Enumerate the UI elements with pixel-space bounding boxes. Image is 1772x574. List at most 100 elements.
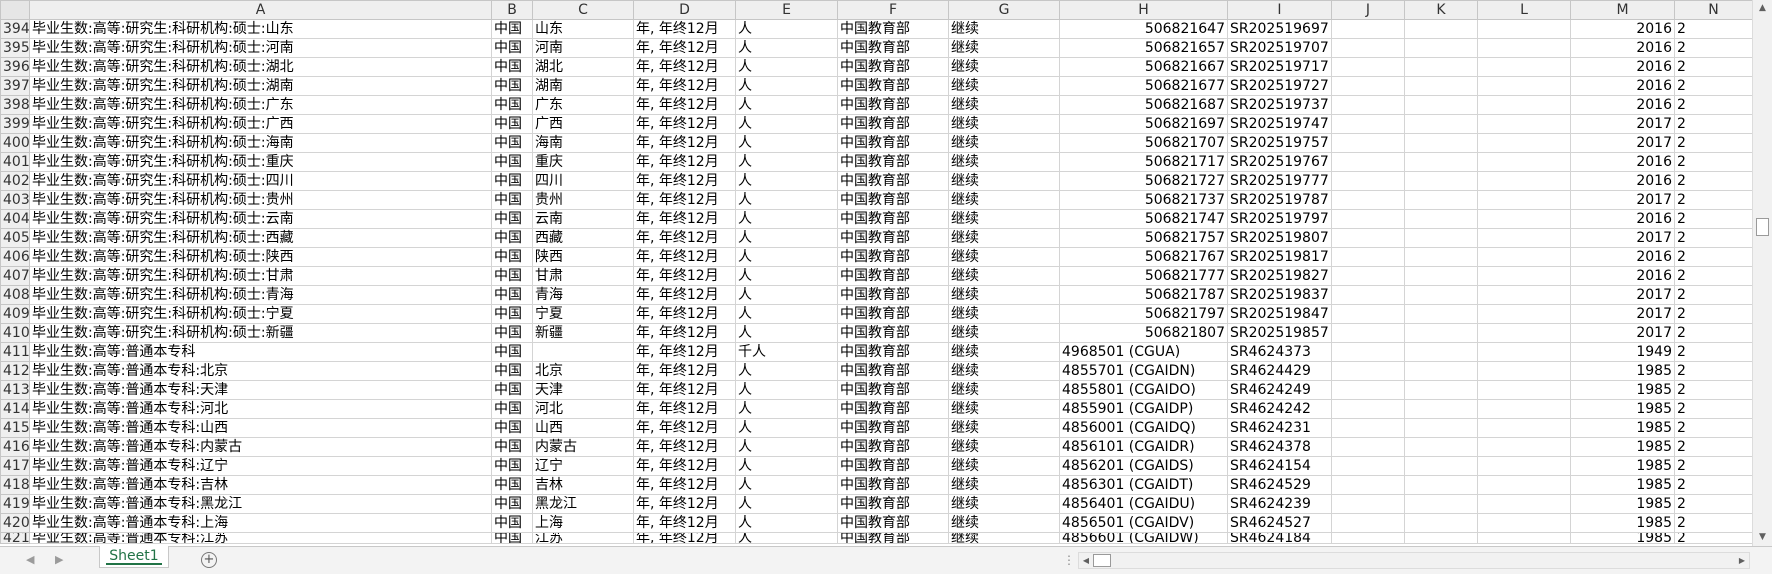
cell-f[interactable]: 中国教育部	[837, 361, 949, 381]
cell-a[interactable]: 毕业生数:高等:研究生:科研机构:硕士:海南	[29, 133, 492, 153]
cell-h[interactable]: 4856601 (CGAIDW)	[1059, 532, 1228, 544]
cell-a[interactable]: 毕业生数:高等:普通本专科	[29, 342, 492, 362]
cell-l[interactable]	[1477, 513, 1571, 533]
cell-m[interactable]: 2017	[1570, 323, 1675, 343]
cell-j[interactable]	[1331, 247, 1405, 267]
cell-n[interactable]: 2	[1674, 361, 1752, 381]
cell-n[interactable]: 2	[1674, 456, 1752, 476]
cell-b[interactable]: 中国	[491, 247, 533, 267]
cell-i[interactable]: SR202519857	[1227, 323, 1332, 343]
cell-i[interactable]: SR202519827	[1227, 266, 1332, 286]
cell-g[interactable]: 继续	[948, 190, 1060, 210]
cell-l[interactable]	[1477, 95, 1571, 115]
cell-k[interactable]	[1404, 361, 1478, 381]
cell-k[interactable]	[1404, 95, 1478, 115]
cell-i[interactable]: SR202519807	[1227, 228, 1332, 248]
cell-b[interactable]: 中国	[491, 342, 533, 362]
cell-d[interactable]: 年, 年终12月	[633, 323, 736, 343]
cell-b[interactable]: 中国	[491, 209, 533, 229]
cell-e[interactable]: 人	[735, 437, 838, 457]
cell-f[interactable]: 中国教育部	[837, 532, 949, 544]
cell-j[interactable]	[1331, 228, 1405, 248]
cell-i[interactable]: SR4624231	[1227, 418, 1332, 438]
triangle-left-icon[interactable]: ◀	[26, 553, 34, 566]
cell-j[interactable]	[1331, 532, 1405, 544]
cell-i[interactable]: SR4624154	[1227, 456, 1332, 476]
cell-n[interactable]: 2	[1674, 152, 1752, 172]
cell-f[interactable]: 中国教育部	[837, 152, 949, 172]
cell-c[interactable]: 宁夏	[532, 304, 634, 324]
cell-j[interactable]	[1331, 513, 1405, 533]
cell-i[interactable]: SR202519727	[1227, 76, 1332, 96]
cell-f[interactable]: 中国教育部	[837, 247, 949, 267]
cell-a[interactable]: 毕业生数:高等:普通本专科:天津	[29, 380, 492, 400]
cell-n[interactable]: 2	[1674, 114, 1752, 134]
cell-h[interactable]: 4856301 (CGAIDT)	[1059, 475, 1228, 495]
cell-j[interactable]	[1331, 475, 1405, 495]
cell-m[interactable]: 1985	[1570, 418, 1675, 438]
cell-m[interactable]: 1985	[1570, 380, 1675, 400]
cell-m[interactable]: 2016	[1570, 266, 1675, 286]
cell-n[interactable]: 2	[1674, 418, 1752, 438]
cell-l[interactable]	[1477, 494, 1571, 514]
cell-b[interactable]: 中国	[491, 38, 533, 58]
cell-h[interactable]: 506821677	[1059, 76, 1228, 96]
cell-h[interactable]: 506821727	[1059, 171, 1228, 191]
cell-l[interactable]	[1477, 475, 1571, 495]
cell-f[interactable]: 中国教育部	[837, 323, 949, 343]
cell-i[interactable]: SR202519777	[1227, 171, 1332, 191]
cell-c[interactable]: 四川	[532, 171, 634, 191]
cell-k[interactable]	[1404, 133, 1478, 153]
cell-k[interactable]	[1404, 285, 1478, 305]
cell-k[interactable]	[1404, 475, 1478, 495]
cell-k[interactable]	[1404, 342, 1478, 362]
cell-f[interactable]: 中国教育部	[837, 418, 949, 438]
cell-b[interactable]: 中国	[491, 171, 533, 191]
cell-k[interactable]	[1404, 247, 1478, 267]
cell-c[interactable]: 山西	[532, 418, 634, 438]
cell-g[interactable]: 继续	[948, 475, 1060, 495]
cell-e[interactable]: 人	[735, 76, 838, 96]
cell-b[interactable]: 中国	[491, 152, 533, 172]
cell-g[interactable]: 继续	[948, 114, 1060, 134]
cell-g[interactable]: 继续	[948, 152, 1060, 172]
cell-c[interactable]: 河北	[532, 399, 634, 419]
cell-a[interactable]: 毕业生数:高等:普通本专科:上海	[29, 513, 492, 533]
cell-c[interactable]: 广东	[532, 95, 634, 115]
column-header-i[interactable]: I	[1227, 0, 1332, 20]
cell-h[interactable]: 506821807	[1059, 323, 1228, 343]
cell-c[interactable]: 重庆	[532, 152, 634, 172]
cell-i[interactable]: SR4624429	[1227, 361, 1332, 381]
cell-d[interactable]: 年, 年终12月	[633, 380, 736, 400]
cell-l[interactable]	[1477, 342, 1571, 362]
cell-m[interactable]: 1985	[1570, 456, 1675, 476]
column-header-a[interactable]: A	[29, 0, 492, 20]
column-header-n[interactable]: N	[1674, 0, 1752, 20]
cell-j[interactable]	[1331, 323, 1405, 343]
cell-i[interactable]: SR202519747	[1227, 114, 1332, 134]
cell-i[interactable]: SR202519817	[1227, 247, 1332, 267]
cell-h[interactable]: 4855901 (CGAIDP)	[1059, 399, 1228, 419]
cell-c[interactable]: 云南	[532, 209, 634, 229]
row-header[interactable]: 414	[0, 399, 30, 419]
cell-l[interactable]	[1477, 437, 1571, 457]
cell-b[interactable]: 中国	[491, 475, 533, 495]
cell-h[interactable]: 506821757	[1059, 228, 1228, 248]
cell-b[interactable]: 中国	[491, 228, 533, 248]
cell-n[interactable]: 2	[1674, 228, 1752, 248]
cell-n[interactable]: 2	[1674, 532, 1752, 544]
cell-a[interactable]: 毕业生数:高等:普通本专科:江苏	[29, 532, 492, 544]
cell-d[interactable]: 年, 年终12月	[633, 171, 736, 191]
cell-i[interactable]: SR4624239	[1227, 494, 1332, 514]
scroll-down-icon[interactable]: ▼	[1753, 529, 1772, 546]
cell-c[interactable]: 辽宁	[532, 456, 634, 476]
cell-m[interactable]: 1949	[1570, 342, 1675, 362]
cell-j[interactable]	[1331, 209, 1405, 229]
cell-k[interactable]	[1404, 399, 1478, 419]
cell-d[interactable]: 年, 年终12月	[633, 133, 736, 153]
row-header[interactable]: 397	[0, 76, 30, 96]
cell-h[interactable]: 506821737	[1059, 190, 1228, 210]
column-header-f[interactable]: F	[837, 0, 949, 20]
cell-k[interactable]	[1404, 437, 1478, 457]
cell-k[interactable]	[1404, 57, 1478, 77]
